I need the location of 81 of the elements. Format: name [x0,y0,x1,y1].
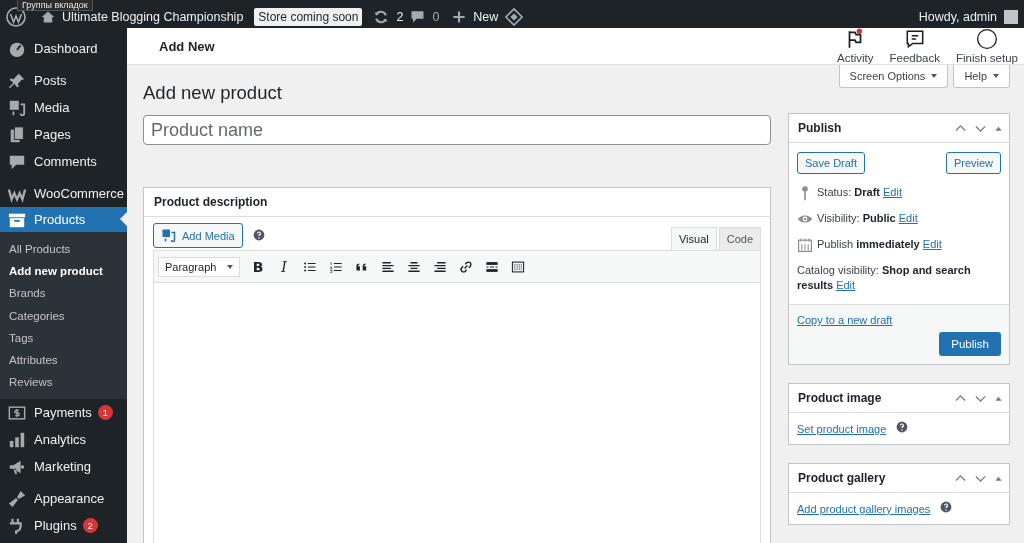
panel-title: Product description [144,188,770,217]
editor-tab[interactable]: Code [718,227,761,250]
publish-setting-text: Status: Draft Edit [817,185,902,200]
new-link[interactable]: New [473,9,499,24]
header-action-button[interactable]: Activity [837,28,874,64]
editor-tab[interactable]: Visual [670,227,717,250]
diamond-icon[interactable] [505,7,524,26]
save-draft-button[interactable]: Save Draft [797,152,865,174]
align-center-icon[interactable] [407,259,421,274]
sidebar-menu-item[interactable]: Pages [0,121,127,148]
align-left-icon[interactable] [381,259,395,274]
screen-tab[interactable]: Screen Options [838,65,949,88]
panel-link[interactable]: Set product image [797,423,887,435]
dollar-icon [8,403,26,422]
submenu-item[interactable]: Tags [0,326,127,349]
site-title-link[interactable]: Ultimate Blogging Championship [62,9,244,24]
notification-badge: 2 [82,518,98,534]
bold-button[interactable]: B [250,258,266,275]
divider-line-icon[interactable] [485,259,499,274]
sidebar-menu-item[interactable]: Marketing [0,453,127,481]
italic-button[interactable]: I [276,258,292,275]
publish-setting-text: Publish immediately Edit [817,237,942,252]
comments-count: 0 [432,9,440,24]
link-icon[interactable] [459,259,473,274]
sidebar-menu-item[interactable]: Dashboard [0,35,127,62]
header-action-button[interactable]: Feedback [889,28,940,64]
panel-title: Product gallery [798,471,886,485]
edit-link[interactable]: Edit [898,212,918,224]
submenu-item[interactable]: All Products [0,238,127,261]
notification-badge: 1 [97,405,113,421]
greeting-link[interactable]: Howdy, admin [918,9,997,24]
home-icon[interactable] [41,9,55,24]
publish-setting-text: Catalog visibility: Shop and search results Edit [797,263,972,293]
sidebar-menu-item[interactable]: Products [0,207,127,232]
sidebar-menu-item[interactable]: Payments 1 [0,399,127,427]
calendar-icon [797,237,813,253]
publish-setting-text: Visibility: Public Edit [817,211,918,226]
submenu-item[interactable]: Brands [0,282,127,305]
updates-count: 2 [396,9,404,24]
publish-button[interactable]: Publish [939,332,1001,356]
bar-chart-icon [8,430,26,449]
store-status-badge: Store coming soon [254,7,363,26]
numbered-list-icon[interactable] [329,259,343,274]
submenu-item[interactable]: Add new product [0,260,127,283]
sidebar-menu-item[interactable]: Appearance [0,485,127,513]
add-media-button[interactable]: Add Media [153,223,243,248]
avatar-icon[interactable] [1004,9,1018,24]
help-icon[interactable] [252,228,265,241]
align-right-icon[interactable] [433,259,447,274]
submenu-item[interactable]: Attributes [0,349,127,372]
panel-link[interactable]: Add product gallery images [797,503,931,515]
refresh-icon[interactable] [373,8,390,25]
submenu-item[interactable]: Reviews [0,371,127,394]
help-icon[interactable] [896,421,909,433]
sidebar-menu-item[interactable]: Media [0,94,127,121]
product-name-field[interactable]: Product name [143,115,771,145]
submenu-item[interactable]: Categories [0,304,127,327]
sidebar-menu-item[interactable]: WooCommerce [0,180,127,207]
sidebar-menu-item[interactable]: Plugins 2 [0,512,127,540]
header-action-button[interactable]: Finish setup [956,28,1018,64]
edit-link[interactable]: Edit [836,279,856,291]
edit-link[interactable]: Edit [883,186,902,198]
keyboard-icon[interactable] [511,259,525,274]
speech-bubble-icon[interactable] [410,9,426,24]
sidebar-menu-item[interactable]: Comments [0,148,127,175]
panel-title: Publish [798,121,842,135]
edit-link[interactable]: Edit [922,238,942,250]
copy-draft-link[interactable]: Copy to a new draft [797,314,893,326]
header-title: Add New [159,38,215,54]
help-icon[interactable] [940,501,953,513]
sidebar-menu-item[interactable]: Analytics [0,426,127,454]
pin-icon [8,71,26,90]
pages-icon [8,125,26,144]
tooltip: Группы вкладок [17,0,93,11]
preview-button[interactable]: Preview [945,152,1001,174]
page-title: Add new product [143,82,283,104]
panel-title: Product image [798,391,882,405]
format-dropdown[interactable]: Paragraph [158,256,240,277]
plus-icon[interactable] [452,9,467,24]
screen-tab[interactable]: Help [953,65,1010,88]
sidebar-menu-item[interactable]: Posts [0,67,127,94]
